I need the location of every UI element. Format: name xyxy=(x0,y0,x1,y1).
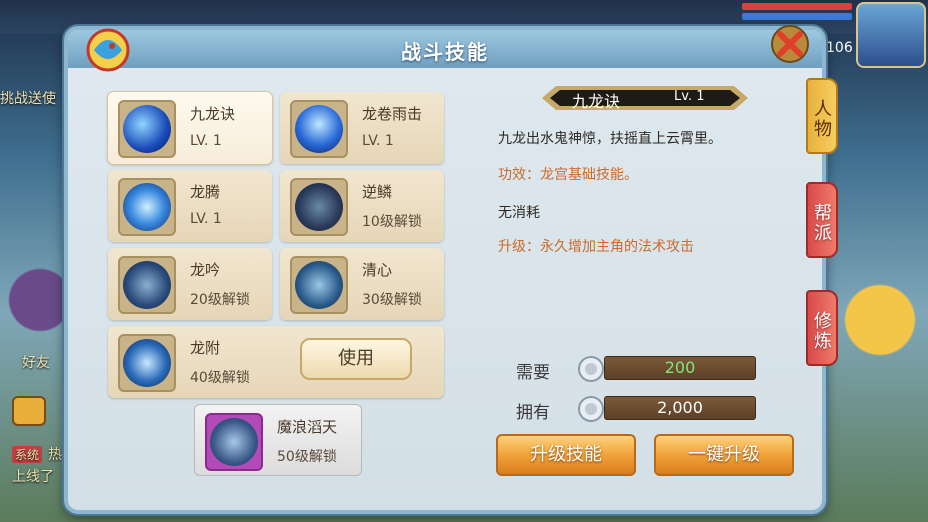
chat-message-2: 上线了 xyxy=(12,469,54,485)
skill-level: LV. 1 xyxy=(190,133,222,149)
skill-unlock: 40级解锁 xyxy=(190,370,250,386)
have-value: 2,000 xyxy=(604,396,756,420)
close-button[interactable] xyxy=(768,22,812,66)
skill-name: 魔浪滔天 xyxy=(277,418,338,436)
chat-channel-tag: 系统 xyxy=(12,446,43,463)
have-label: 拥有 xyxy=(516,403,550,423)
player-level: 106 xyxy=(826,40,853,56)
rising-dragon-icon xyxy=(123,183,171,231)
tab-guild[interactable]: 帮派 xyxy=(806,182,838,258)
detail-cost: 无消耗 xyxy=(498,205,540,221)
chat-icon[interactable] xyxy=(12,396,46,426)
dragon-scale-icon xyxy=(295,183,343,231)
detail-skill-name: 九龙诀 xyxy=(572,92,621,111)
demon-wave-icon xyxy=(210,418,258,466)
tab-character[interactable]: 人物 xyxy=(806,78,838,154)
skill-card-longyin[interactable]: 龙吟 20级解锁 xyxy=(108,248,272,320)
skill-level: LV. 1 xyxy=(190,211,222,227)
skill-card-nilin[interactable]: 逆鳞 10级解锁 xyxy=(280,170,444,242)
skill-unlock: 10级解锁 xyxy=(362,214,422,230)
upgrade-skill-button[interactable]: 升级技能 xyxy=(496,434,636,476)
skill-card-longteng[interactable]: 龙腾 LV. 1 xyxy=(108,170,272,242)
silver-coin-icon xyxy=(578,396,604,422)
need-label: 需要 xyxy=(516,363,550,383)
detail-upgrade: 升级：永久增加主角的法术攻击 xyxy=(498,239,694,255)
need-value: 200 xyxy=(604,356,756,380)
dragon-coil-icon xyxy=(123,105,171,153)
calm-mind-icon xyxy=(295,261,343,309)
skill-unlock: 50级解锁 xyxy=(277,449,337,465)
skill-name: 九龙诀 xyxy=(190,105,236,123)
detail-skill-level: Lv. 1 xyxy=(674,89,705,104)
skill-level: LV. 1 xyxy=(362,133,394,149)
skill-name: 龙附 xyxy=(190,339,221,357)
wave-icon xyxy=(123,339,171,387)
dialog-title: 战斗技能 xyxy=(401,40,489,64)
dragon-roar-icon xyxy=(123,261,171,309)
detail-effect: 功效：龙宫基础技能。 xyxy=(498,167,638,183)
skill-unlock: 30级解锁 xyxy=(362,292,422,308)
silver-coin-icon xyxy=(578,356,604,382)
dragon-emblem-icon xyxy=(86,28,130,72)
background-event-text: 挑战送使 xyxy=(0,91,56,107)
skill-name: 逆鳞 xyxy=(362,183,393,201)
skill-name: 龙腾 xyxy=(190,183,221,201)
use-button[interactable]: 使用 xyxy=(300,338,412,380)
skill-card-molangtaotian[interactable]: 魔浪滔天 50级解锁 xyxy=(194,404,362,476)
skill-name: 龙卷雨击 xyxy=(362,105,423,123)
detail-description: 九龙出水鬼神惊，扶摇直上云霄里。 xyxy=(498,131,722,147)
skill-card-jiulongjue[interactable]: 九龙诀 LV. 1 xyxy=(108,92,272,164)
water-dragon-icon xyxy=(295,105,343,153)
skill-unlock: 20级解锁 xyxy=(190,292,250,308)
skill-name: 清心 xyxy=(362,261,393,279)
friends-button-label[interactable]: 好友 xyxy=(22,352,50,372)
skill-name: 龙吟 xyxy=(190,261,221,279)
tab-cultivation[interactable]: 修炼 xyxy=(806,290,838,366)
one-click-upgrade-button[interactable]: 一键升级 xyxy=(654,434,794,476)
player-avatar[interactable] xyxy=(856,2,926,68)
skill-card-longjuanyuji[interactable]: 龙卷雨击 LV. 1 xyxy=(280,92,444,164)
skill-card-qingxin[interactable]: 清心 30级解锁 xyxy=(280,248,444,320)
